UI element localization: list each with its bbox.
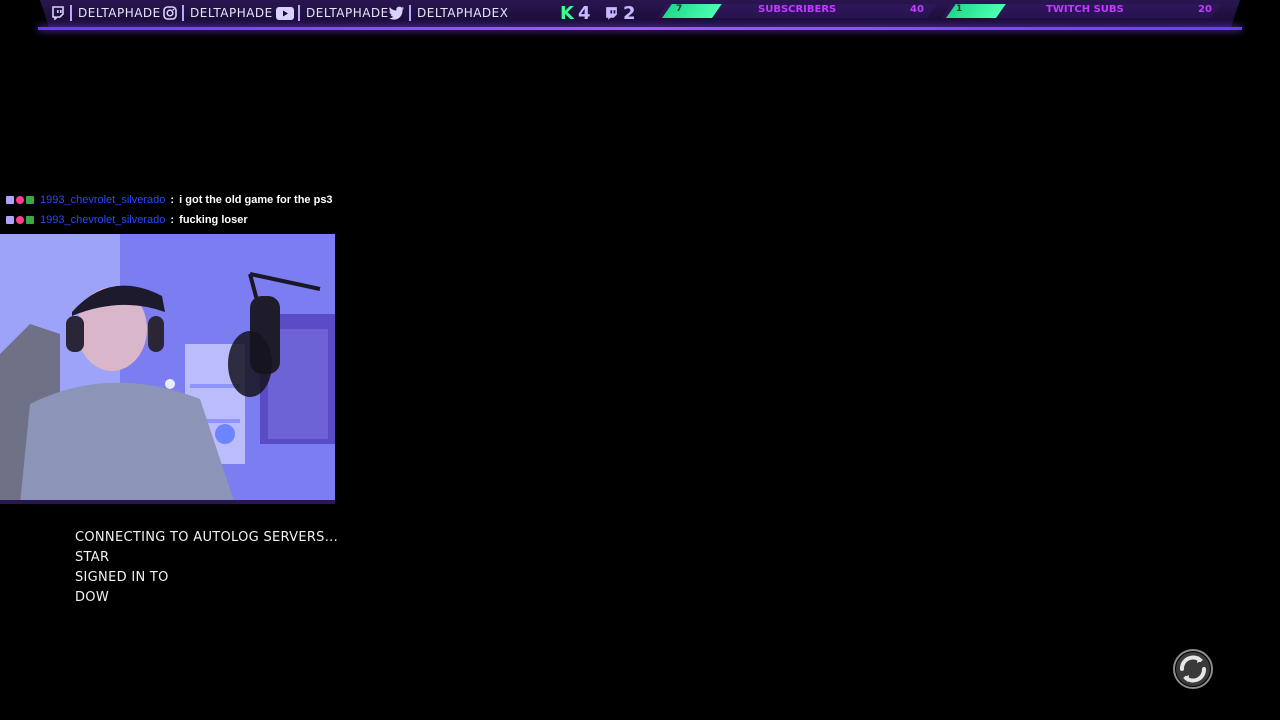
chat-separator: : — [167, 214, 178, 226]
social-youtube: DELTAPHADE — [276, 0, 389, 26]
kick-counter: K 4 — [560, 2, 590, 24]
social-divider — [409, 5, 411, 21]
goal-target: 40 — [910, 4, 924, 15]
twitch-subs-goal: 1 TWITCH SUBS 20 — [941, 4, 1221, 18]
status-line: STAR — [75, 550, 110, 565]
goal-current: 7 — [676, 4, 683, 14]
chat-message: 1993_chevrolet_silverado : fucking loser — [6, 210, 346, 230]
goal-label: TWITCH SUBS — [1046, 4, 1124, 15]
chat-separator: : — [167, 194, 178, 206]
instagram-handle: DELTAPHADE — [190, 6, 273, 20]
social-twitch: DELTAPHADE — [50, 0, 161, 26]
twitter-handle: DELTAPHADEX — [417, 6, 509, 20]
chat-text: fucking loser — [179, 214, 248, 226]
sub-badge-icon — [26, 196, 34, 204]
overlay-bar-glow — [38, 27, 1242, 30]
badge-icon — [6, 196, 14, 204]
loading-spinner-icon — [1172, 648, 1214, 690]
social-divider — [182, 5, 184, 21]
twitch-handle: DELTAPHADE — [78, 6, 161, 20]
status-line: DOW — [75, 590, 109, 605]
webcam-frame-edge — [0, 500, 335, 504]
youtube-handle: DELTAPHADE — [306, 6, 389, 20]
goal-label: SUBSCRIBERS — [758, 4, 837, 15]
social-divider — [298, 5, 300, 21]
goal-current: 1 — [956, 4, 963, 14]
twitch-counter: 2 — [603, 2, 636, 24]
goal-progress-fill — [662, 4, 722, 18]
twitch-count: 2 — [623, 2, 636, 24]
status-line: SIGNED IN TO — [75, 570, 169, 585]
kick-count: 4 — [577, 2, 591, 24]
chat-username: 1993_chevrolet_silverado — [40, 214, 166, 226]
social-twitter: DELTAPHADEX — [389, 0, 508, 26]
subscribers-goal: 7 SUBSCRIBERS 40 — [657, 4, 937, 18]
chat-username: 1993_chevrolet_silverado — [40, 194, 166, 206]
badge-icon — [6, 216, 14, 224]
chat-overlay: 1993_chevrolet_silverado : i got the old… — [6, 190, 346, 230]
goal-progress-fill — [946, 4, 1006, 18]
webcam-scene — [0, 234, 335, 504]
twitch-icon — [603, 5, 619, 21]
webcam-feed — [0, 234, 335, 504]
status-line-connecting: CONNECTING TO AUTOLOG SERVERS... — [75, 530, 339, 545]
sub-badge-icon — [26, 216, 34, 224]
social-divider — [70, 5, 72, 21]
instagram-icon — [162, 5, 178, 21]
heart-badge-icon — [16, 216, 24, 224]
goal-target: 20 — [1198, 4, 1212, 15]
chat-message: 1993_chevrolet_silverado : i got the old… — [6, 190, 346, 210]
social-instagram: DELTAPHADE — [162, 0, 273, 26]
game-status-text: CONNECTING TO AUTOLOG SERVERS... STAR SI… — [75, 528, 338, 608]
chat-text: i got the old game for the ps3 — [179, 194, 333, 206]
kick-icon: K — [560, 2, 574, 24]
twitter-icon — [389, 5, 405, 21]
youtube-icon — [276, 5, 294, 21]
twitch-icon — [50, 5, 66, 21]
heart-badge-icon — [16, 196, 24, 204]
